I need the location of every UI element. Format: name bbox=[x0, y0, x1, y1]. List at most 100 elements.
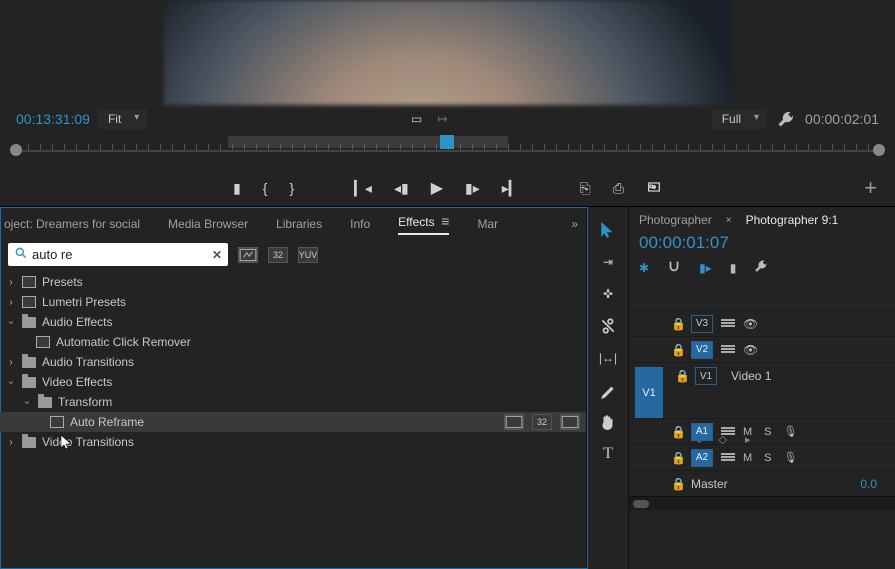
lift-icon[interactable]: ⎘ bbox=[580, 180, 591, 197]
voiceover-icon[interactable]: 🎙 bbox=[784, 425, 798, 438]
sync-lock-icon[interactable] bbox=[721, 345, 735, 355]
chevron-right-icon[interactable]: › bbox=[6, 437, 16, 448]
sequence-tab[interactable]: Photographer bbox=[639, 213, 712, 227]
yuv-badge[interactable]: YUV bbox=[298, 247, 318, 263]
tabs-overflow-icon[interactable]: » bbox=[571, 217, 578, 231]
lock-icon[interactable]: 🔒 bbox=[671, 343, 683, 357]
tree-row-auto-click[interactable]: Automatic Click Remover bbox=[0, 332, 586, 352]
zoom-select[interactable]: Fit bbox=[98, 109, 147, 129]
step-forward-icon[interactable]: ▮▸ bbox=[465, 180, 480, 197]
playback-resolution-select[interactable]: Full bbox=[712, 109, 767, 129]
tree-row-auto-reframe[interactable]: Auto Reframe 32 bbox=[0, 412, 586, 432]
track-v1[interactable]: V1 🔒 V1 Video 1 ◂ ◇ ▸ bbox=[629, 362, 895, 418]
effects-search[interactable]: ✕ bbox=[8, 243, 228, 266]
playhead[interactable] bbox=[440, 135, 454, 149]
voiceover-icon[interactable]: 🎙 bbox=[784, 451, 798, 464]
tab-info[interactable]: Info bbox=[350, 217, 370, 231]
selection-tool-icon[interactable] bbox=[597, 221, 619, 239]
lock-icon[interactable]: 🔒 bbox=[671, 425, 683, 439]
lock-icon[interactable]: 🔒 bbox=[671, 451, 683, 465]
slip-tool-icon[interactable]: |↔| bbox=[597, 349, 619, 367]
panel-menu-icon[interactable]: ≡ bbox=[441, 213, 449, 229]
timeline-settings-icon[interactable] bbox=[754, 259, 768, 276]
32bit-badge[interactable]: 32 bbox=[268, 247, 288, 263]
tree-row-presets[interactable]: › Presets bbox=[0, 272, 586, 292]
play-icon[interactable]: ▶ bbox=[431, 178, 443, 198]
chevron-right-icon[interactable]: › bbox=[6, 277, 16, 288]
button-editor-icon[interactable]: + bbox=[864, 175, 877, 201]
lock-icon[interactable]: 🔒 bbox=[671, 317, 683, 331]
snap-icon[interactable] bbox=[667, 259, 681, 276]
tab-libraries[interactable]: Libraries bbox=[276, 217, 322, 231]
type-tool-icon[interactable]: T bbox=[597, 445, 619, 463]
mark-out-icon[interactable]: } bbox=[289, 180, 294, 196]
close-tab-icon[interactable]: × bbox=[726, 215, 732, 226]
ripple-edit-tool-icon[interactable]: ✜ bbox=[597, 285, 619, 303]
chevron-down-icon[interactable]: › bbox=[6, 377, 17, 387]
tab-markers[interactable]: Mar bbox=[477, 217, 498, 231]
timeline-scrollbar[interactable] bbox=[629, 496, 895, 510]
linked-selection-icon[interactable]: ▮▸ bbox=[699, 261, 712, 275]
tree-row-transform[interactable]: › Transform bbox=[0, 392, 586, 412]
sync-lock-icon[interactable] bbox=[721, 319, 735, 329]
lock-icon[interactable]: 🔒 bbox=[671, 477, 683, 491]
source-patch[interactable]: V1 bbox=[635, 367, 663, 419]
eye-icon[interactable]: 👁 bbox=[743, 317, 757, 331]
time-ruler[interactable] bbox=[0, 132, 895, 170]
eye-icon[interactable]: 👁 bbox=[743, 343, 757, 357]
timeline-timecode[interactable]: 00:00:01:07 bbox=[629, 229, 895, 253]
lock-icon[interactable]: 🔒 bbox=[675, 369, 687, 383]
settings-dropdown-icon[interactable]: ↦ bbox=[434, 110, 452, 128]
track-a2[interactable]: 🔒 A2 M S 🎙 bbox=[629, 444, 895, 470]
accelerated-fx-badge[interactable] bbox=[238, 247, 258, 263]
mute-button[interactable]: M bbox=[743, 452, 752, 464]
razor-tool-icon[interactable] bbox=[597, 317, 619, 335]
track-master[interactable]: 🔒 Master 0.0 bbox=[629, 470, 895, 496]
clear-search-icon[interactable]: ✕ bbox=[212, 248, 222, 262]
track-v3[interactable]: 🔒 V3 👁 bbox=[629, 310, 895, 336]
sync-lock-icon[interactable] bbox=[721, 427, 735, 437]
step-back-icon[interactable]: ◂▮ bbox=[394, 180, 409, 197]
range-start-handle[interactable] bbox=[10, 144, 22, 156]
track-a1[interactable]: 🔒 A1 M S 🎙 bbox=[629, 418, 895, 444]
track-v2[interactable]: 🔒 V2 👁 bbox=[629, 336, 895, 362]
track-target[interactable]: V1 bbox=[695, 367, 717, 385]
hand-tool-icon[interactable] bbox=[597, 413, 619, 431]
add-marker-icon[interactable]: ▮ bbox=[233, 180, 241, 197]
chevron-down-icon[interactable]: › bbox=[6, 317, 17, 327]
range-end-handle[interactable] bbox=[873, 144, 885, 156]
go-to-in-icon[interactable]: ▎◂ bbox=[354, 180, 372, 197]
source-timecode[interactable]: 00:13:31:09 bbox=[16, 111, 90, 127]
tab-project[interactable]: oject: Dreamers for social bbox=[4, 217, 140, 231]
sequence-tab-active[interactable]: Photographer 9:1 bbox=[746, 213, 839, 227]
tab-media-browser[interactable]: Media Browser bbox=[168, 217, 248, 231]
add-marker-btn-icon[interactable]: ▮ bbox=[730, 261, 737, 275]
track-target[interactable]: V2 bbox=[691, 341, 713, 359]
go-to-out-icon[interactable]: ▸▎ bbox=[502, 180, 520, 197]
tree-row-video-fx[interactable]: › Video Effects bbox=[0, 372, 586, 392]
search-input[interactable] bbox=[32, 247, 212, 262]
tree-row-lumetri[interactable]: › Lumetri Presets bbox=[0, 292, 586, 312]
pen-tool-icon[interactable] bbox=[597, 381, 619, 399]
tab-effects[interactable]: Effects ≡ bbox=[398, 213, 449, 235]
chevron-right-icon[interactable]: › bbox=[6, 297, 16, 308]
tree-row-video-trans[interactable]: › Video Transitions bbox=[0, 432, 586, 452]
chevron-down-icon[interactable]: › bbox=[22, 397, 33, 407]
track-target[interactable]: A1 bbox=[691, 423, 713, 441]
tree-row-audio-trans[interactable]: › Audio Transitions bbox=[0, 352, 586, 372]
solo-button[interactable]: S bbox=[764, 426, 771, 438]
extract-icon[interactable]: ⎙ bbox=[613, 180, 624, 197]
wrench-icon[interactable] bbox=[775, 110, 797, 128]
sequence-duration[interactable]: 00:00:02:01 bbox=[805, 111, 879, 127]
solo-button[interactable]: S bbox=[764, 452, 771, 464]
track-select-tool-icon[interactable]: ⇥ bbox=[597, 253, 619, 271]
export-frame-icon[interactable] bbox=[646, 179, 662, 198]
master-value[interactable]: 0.0 bbox=[860, 477, 877, 491]
snap-nest-icon[interactable]: ✱ bbox=[639, 261, 649, 275]
work-area[interactable] bbox=[228, 136, 508, 148]
track-target[interactable]: A2 bbox=[691, 449, 713, 467]
chevron-right-icon[interactable]: › bbox=[6, 357, 16, 368]
track-target[interactable]: V3 bbox=[691, 315, 713, 333]
mark-in-icon[interactable]: { bbox=[263, 180, 268, 196]
mute-button[interactable]: M bbox=[743, 426, 752, 438]
